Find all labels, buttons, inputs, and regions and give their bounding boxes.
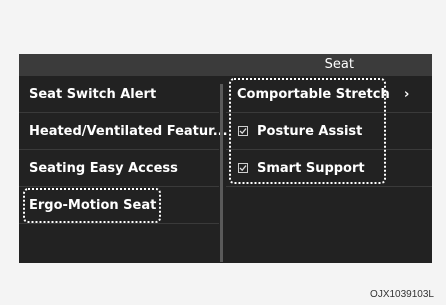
page-title: Seat [324, 57, 354, 72]
infotainment-screen: Seat Seat Switch Alert Heated/Ventilated… [19, 54, 432, 263]
checkbox-checked-icon[interactable] [238, 126, 248, 136]
option-label: Smart Support [257, 161, 365, 176]
option-comportable-stretch[interactable]: Comportable Stretch › [226, 76, 432, 113]
scrollbar[interactable] [220, 84, 223, 262]
left-menu: Seat Switch Alert Heated/Ventilated Feat… [19, 76, 228, 263]
checkbox-checked-icon[interactable] [238, 163, 248, 173]
option-label: Comportable Stretch [237, 87, 390, 102]
menu-item-heated-ventilated-features[interactable]: Heated/Ventilated Featur... [19, 113, 228, 150]
chevron-right-icon: › [404, 87, 410, 102]
menu-item-seating-easy-access[interactable]: Seating Easy Access [19, 150, 219, 187]
right-menu: Comportable Stretch › Posture Assist Sma… [226, 76, 432, 263]
option-label: Posture Assist [257, 124, 363, 139]
menu-item-ergo-motion-seat[interactable]: Ergo-Motion Seat [19, 187, 219, 224]
menu-item-seat-switch-alert[interactable]: Seat Switch Alert [19, 76, 219, 113]
header-bar: Seat [19, 54, 432, 76]
figure-code: OJX1039103L [370, 289, 434, 300]
option-smart-support[interactable]: Smart Support [226, 150, 432, 187]
option-posture-assist[interactable]: Posture Assist [226, 113, 432, 150]
